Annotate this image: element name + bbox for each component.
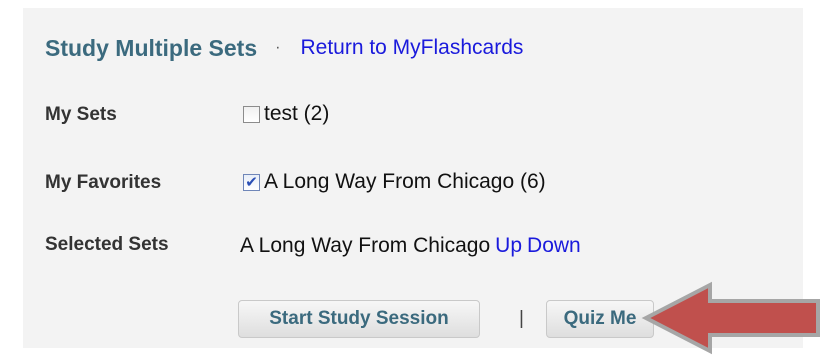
set-checkbox[interactable]	[243, 105, 260, 123]
return-to-myflashcards-link[interactable]: Return to MyFlashcards	[300, 36, 523, 60]
quiz-me-button[interactable]: Quiz Me	[546, 300, 654, 338]
left-arrow-icon	[641, 281, 820, 355]
header-separator: ·	[275, 39, 281, 56]
favorite-checkbox[interactable]: ✔	[243, 173, 260, 191]
selected-set-name: A Long Way From Chicago	[240, 234, 491, 257]
button-divider: |	[519, 308, 524, 329]
move-up-link[interactable]: Up	[495, 234, 522, 258]
start-study-session-button[interactable]: Start Study Session	[238, 300, 480, 338]
my-sets-item[interactable]: test (2)	[243, 102, 329, 126]
check-mark-icon: ✔	[245, 173, 258, 191]
my-sets-label: My Sets	[45, 104, 117, 125]
my-favorites-label: My Favorites	[45, 172, 162, 193]
favorite-item[interactable]: ✔ A Long Way From Chicago (6)	[243, 170, 546, 194]
favorite-name[interactable]: A Long Way From Chicago (6)	[264, 170, 546, 194]
page-title: Study Multiple Sets	[45, 34, 258, 61]
page-header: Study Multiple Sets · Return to MyFlashc…	[45, 30, 523, 66]
set-name[interactable]: test (2)	[264, 102, 329, 126]
selected-sets-label: Selected Sets	[45, 234, 169, 255]
selected-set-item: A Long Way From Chicago Up Down	[240, 234, 581, 258]
arrow-shape	[641, 281, 820, 355]
move-down-link[interactable]: Down	[527, 234, 581, 258]
